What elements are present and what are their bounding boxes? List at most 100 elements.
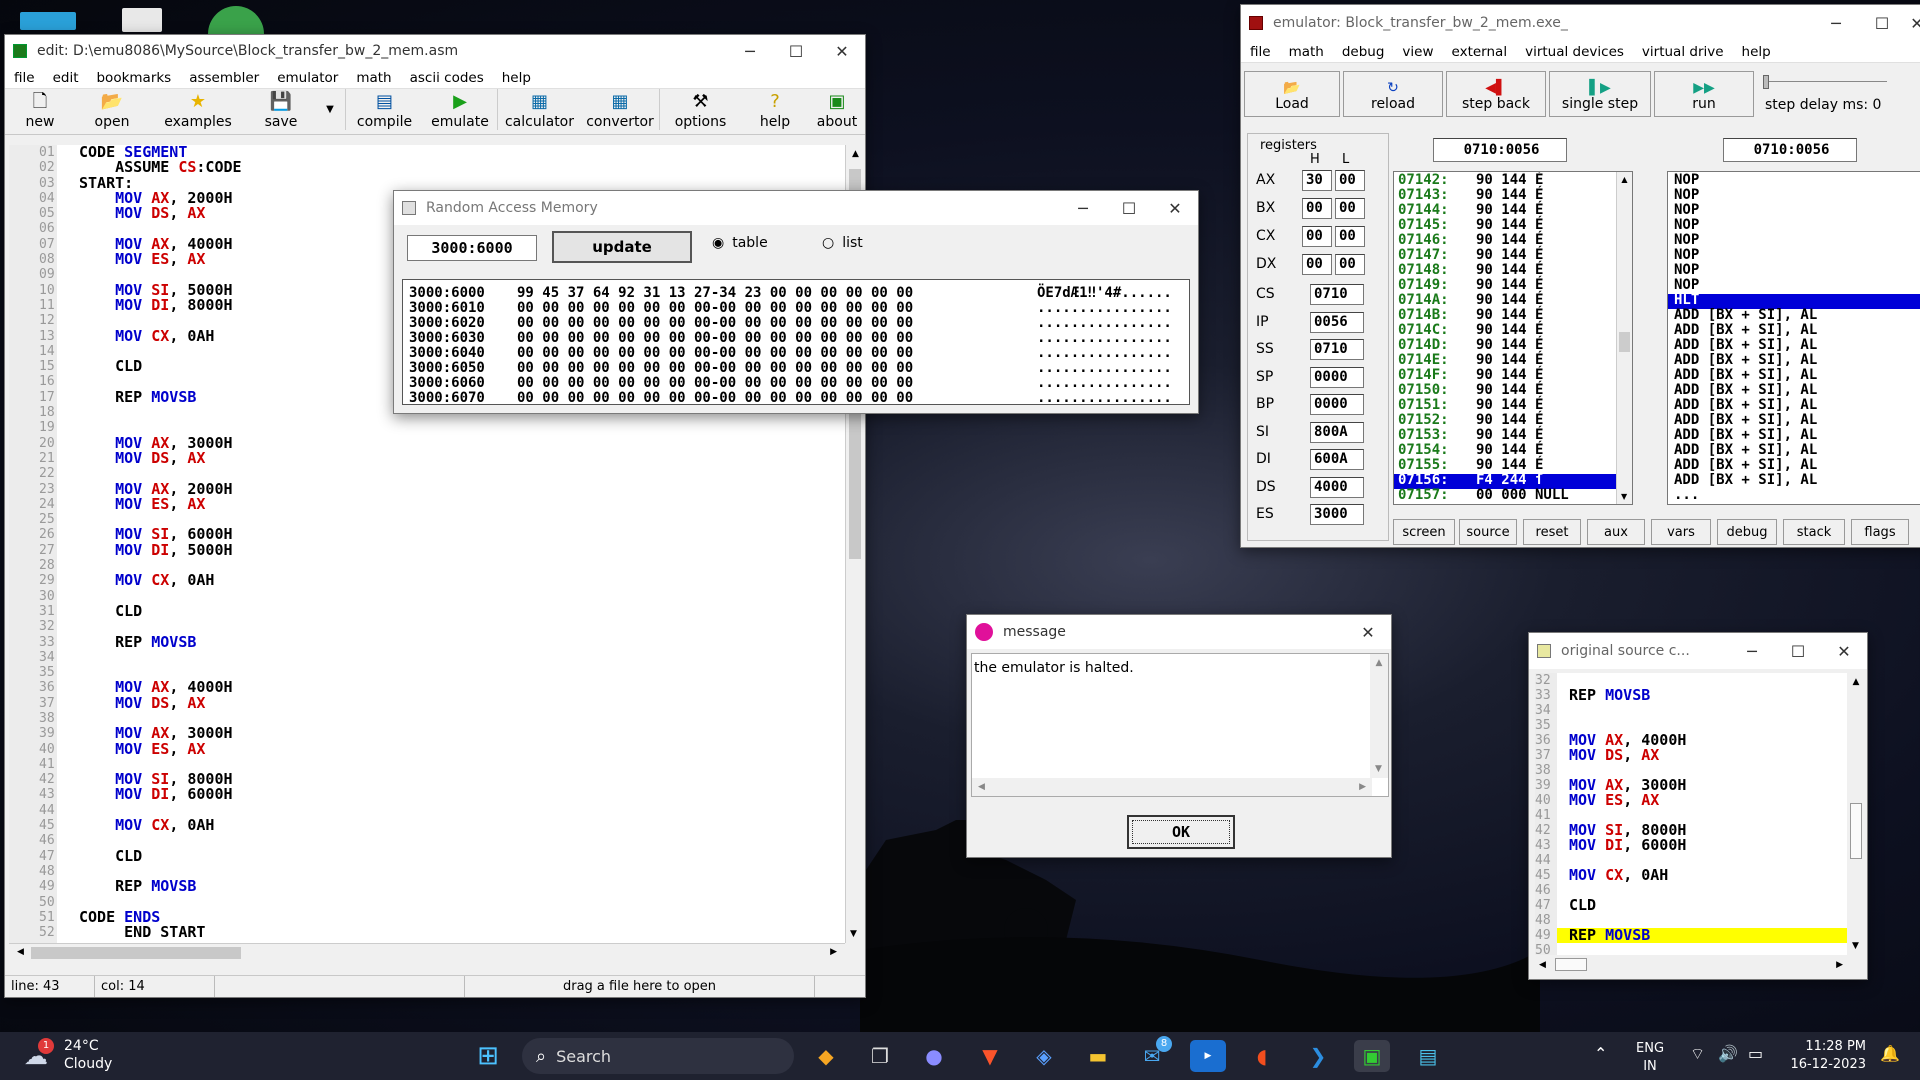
file-explorer-icon[interactable]: ▬ [1080, 1040, 1116, 1072]
register-ax-low[interactable]: 00 [1335, 170, 1365, 191]
clock[interactable]: 11:28 PM 16-12-2023 [1786, 1038, 1866, 1074]
code-line[interactable]: MOV DS, AX [79, 206, 242, 221]
register-ax-high[interactable]: 30 [1302, 170, 1332, 191]
vars-button[interactable]: vars [1651, 519, 1711, 545]
message-text-area[interactable]: the emulator is halted. ▲ ▼ ◀ ▶ [971, 653, 1389, 797]
compile-button[interactable]: ▤ compile [345, 89, 423, 130]
code-line[interactable]: MOV ES, AX [79, 741, 242, 757]
register-cx-low[interactable]: 00 [1335, 226, 1365, 247]
notepad-icon[interactable]: ▤ [1410, 1040, 1446, 1072]
ram-titlebar[interactable]: Random Access Memory ─ ☐ ✕ [394, 191, 1198, 225]
code-line[interactable]: CLD [79, 603, 242, 619]
new-button[interactable]: 🗋 new [5, 89, 75, 131]
scroll-left-arrow[interactable]: ◀ [1539, 960, 1546, 970]
debug-button[interactable]: debug [1717, 519, 1777, 545]
disasm-row[interactable]: NOP [1668, 248, 1920, 264]
chat-icon[interactable]: ● [916, 1040, 952, 1072]
convertor-button[interactable]: ▦ convertor [581, 89, 659, 131]
save-button[interactable]: 💾 save [247, 89, 315, 131]
register-bx-low[interactable]: 00 [1335, 198, 1365, 219]
memory-address-input[interactable]: 0710:0056 [1433, 138, 1567, 162]
load-button[interactable]: 📂 Load [1244, 71, 1340, 117]
table-radio[interactable]: ◉ table [712, 235, 768, 251]
code-line[interactable]: CLD [79, 848, 242, 864]
wifi-icon[interactable]: ⌔ [1690, 1044, 1705, 1064]
list-radio[interactable]: ○ list [822, 235, 863, 251]
scroll-thumb[interactable] [1619, 332, 1630, 352]
open-button[interactable]: 📂 open [75, 89, 149, 131]
volume-icon[interactable]: 🔊 [1718, 1044, 1738, 1063]
code-line[interactable]: MOV DS, AX [79, 450, 242, 466]
notification-icon[interactable]: 🔔 [1880, 1044, 1900, 1063]
disasm-row[interactable]: NOP [1668, 188, 1920, 204]
memory-scrollbar[interactable]: ▲ ▼ [1616, 172, 1632, 504]
menu-virtual-drive[interactable]: virtual drive [1633, 44, 1733, 60]
scroll-right-arrow[interactable]: ▶ [1359, 782, 1366, 792]
scroll-left-arrow[interactable]: ◀ [17, 947, 24, 957]
about-button[interactable]: ▣ about [809, 89, 865, 131]
tray-chevron-icon[interactable]: ⌃ [1594, 1044, 1607, 1063]
source-button[interactable]: source [1459, 519, 1517, 545]
close-button[interactable]: ✕ [1345, 616, 1391, 648]
minimize-button[interactable]: ─ [727, 35, 773, 67]
battery-icon[interactable]: ▭ [1748, 1044, 1763, 1063]
ram-table[interactable]: 3000:6000 99 45 37 64 92 31 13 27-34 23 0… [402, 279, 1190, 405]
register-bp-value[interactable]: 0000 [1310, 394, 1364, 415]
code-line[interactable]: MOV CX, 0AH [79, 328, 242, 344]
reset-button[interactable]: reset [1523, 519, 1581, 545]
flags-button[interactable]: flags [1851, 519, 1909, 545]
step-back-button[interactable]: ◀▌ step back [1446, 71, 1546, 117]
code-line[interactable]: REP MOVSB [79, 634, 242, 650]
disasm-row[interactable]: NOP [1668, 218, 1920, 234]
menu-math[interactable]: math [347, 70, 400, 86]
code-line[interactable]: MOV CX, 0AH [79, 817, 242, 833]
shield-app-icon[interactable]: ◈ [1026, 1040, 1062, 1072]
ram-address-input[interactable] [407, 235, 537, 261]
code-text[interactable]: CODE SEGMENT ASSUME CS:CODE START: MOV AX… [79, 144, 242, 940]
code-line[interactable]: MOV DI, 8000H [79, 297, 242, 313]
h-scroll-thumb[interactable] [31, 947, 241, 959]
language-indicator[interactable]: ENG IN [1636, 1040, 1664, 1076]
register-ds-value[interactable]: 4000 [1310, 476, 1364, 498]
aux-button[interactable]: aux [1587, 519, 1645, 545]
search-box[interactable]: ⌕ Search [522, 1038, 794, 1074]
save-dropdown[interactable]: ▼ [315, 89, 345, 130]
menu-emulator[interactable]: emulator [268, 70, 347, 86]
scroll-down-arrow[interactable]: ▼ [1852, 941, 1859, 951]
run-button[interactable]: ▶▶ run [1654, 71, 1754, 117]
h-scroll-thumb[interactable] [1555, 958, 1587, 971]
disasm-row[interactable]: ... [1668, 488, 1920, 504]
menu-math[interactable]: math [1280, 44, 1333, 60]
scroll-down-arrow[interactable]: ▼ [850, 929, 857, 939]
vscode-icon[interactable]: ❯ [1300, 1040, 1336, 1072]
emulate-button[interactable]: ▶ emulate [423, 89, 497, 131]
code-line[interactable] [79, 650, 242, 665]
menu-virtual-devices[interactable]: virtual devices [1516, 44, 1633, 60]
scroll-right-arrow[interactable]: ▶ [1836, 960, 1843, 970]
source-h-scrollbar[interactable]: ◀ ▶ [1535, 955, 1847, 975]
emulator-titlebar[interactable]: emulator: Block_transfer_bw_2_mem.exe_ ─… [1241, 5, 1920, 41]
editor-titlebar[interactable]: edit: D:\emu8086\MySource\Block_transfer… [5, 35, 865, 67]
register-ip-value[interactable]: 0056 [1310, 311, 1364, 333]
disasm-row[interactable]: NOP [1668, 263, 1920, 279]
menu-help[interactable]: help [493, 70, 540, 86]
menu-edit[interactable]: edit [44, 70, 88, 86]
scroll-up-arrow[interactable]: ▲ [1617, 175, 1632, 184]
close-button[interactable]: ✕ [1152, 192, 1198, 224]
disasm-row[interactable]: NOP [1668, 278, 1920, 294]
menu-bookmarks[interactable]: bookmarks [87, 70, 180, 86]
code-line[interactable]: MOV DI, 5000H [79, 542, 242, 558]
scroll-left-arrow[interactable]: ◀ [978, 782, 985, 792]
menu-view[interactable]: view [1393, 44, 1442, 60]
horizontal-scrollbar[interactable]: ◀ ▶ [9, 943, 845, 963]
code-line[interactable]: MOV CX, 0AH [79, 573, 242, 588]
code-line[interactable]: END START [79, 924, 242, 940]
desktop-icon-1[interactable] [20, 12, 76, 30]
register-dx-high[interactable]: 00 [1302, 254, 1332, 275]
weather-widget[interactable]: ☁ 1 24°C Cloudy [22, 1038, 132, 1074]
register-dx-low[interactable]: 00 [1335, 254, 1365, 275]
scroll-down-arrow[interactable]: ▼ [1621, 492, 1627, 501]
code-line[interactable]: MOV DI, 6000H [79, 787, 242, 802]
code-line[interactable]: CLD [79, 359, 242, 374]
register-di-value[interactable]: 600A [1310, 449, 1364, 470]
